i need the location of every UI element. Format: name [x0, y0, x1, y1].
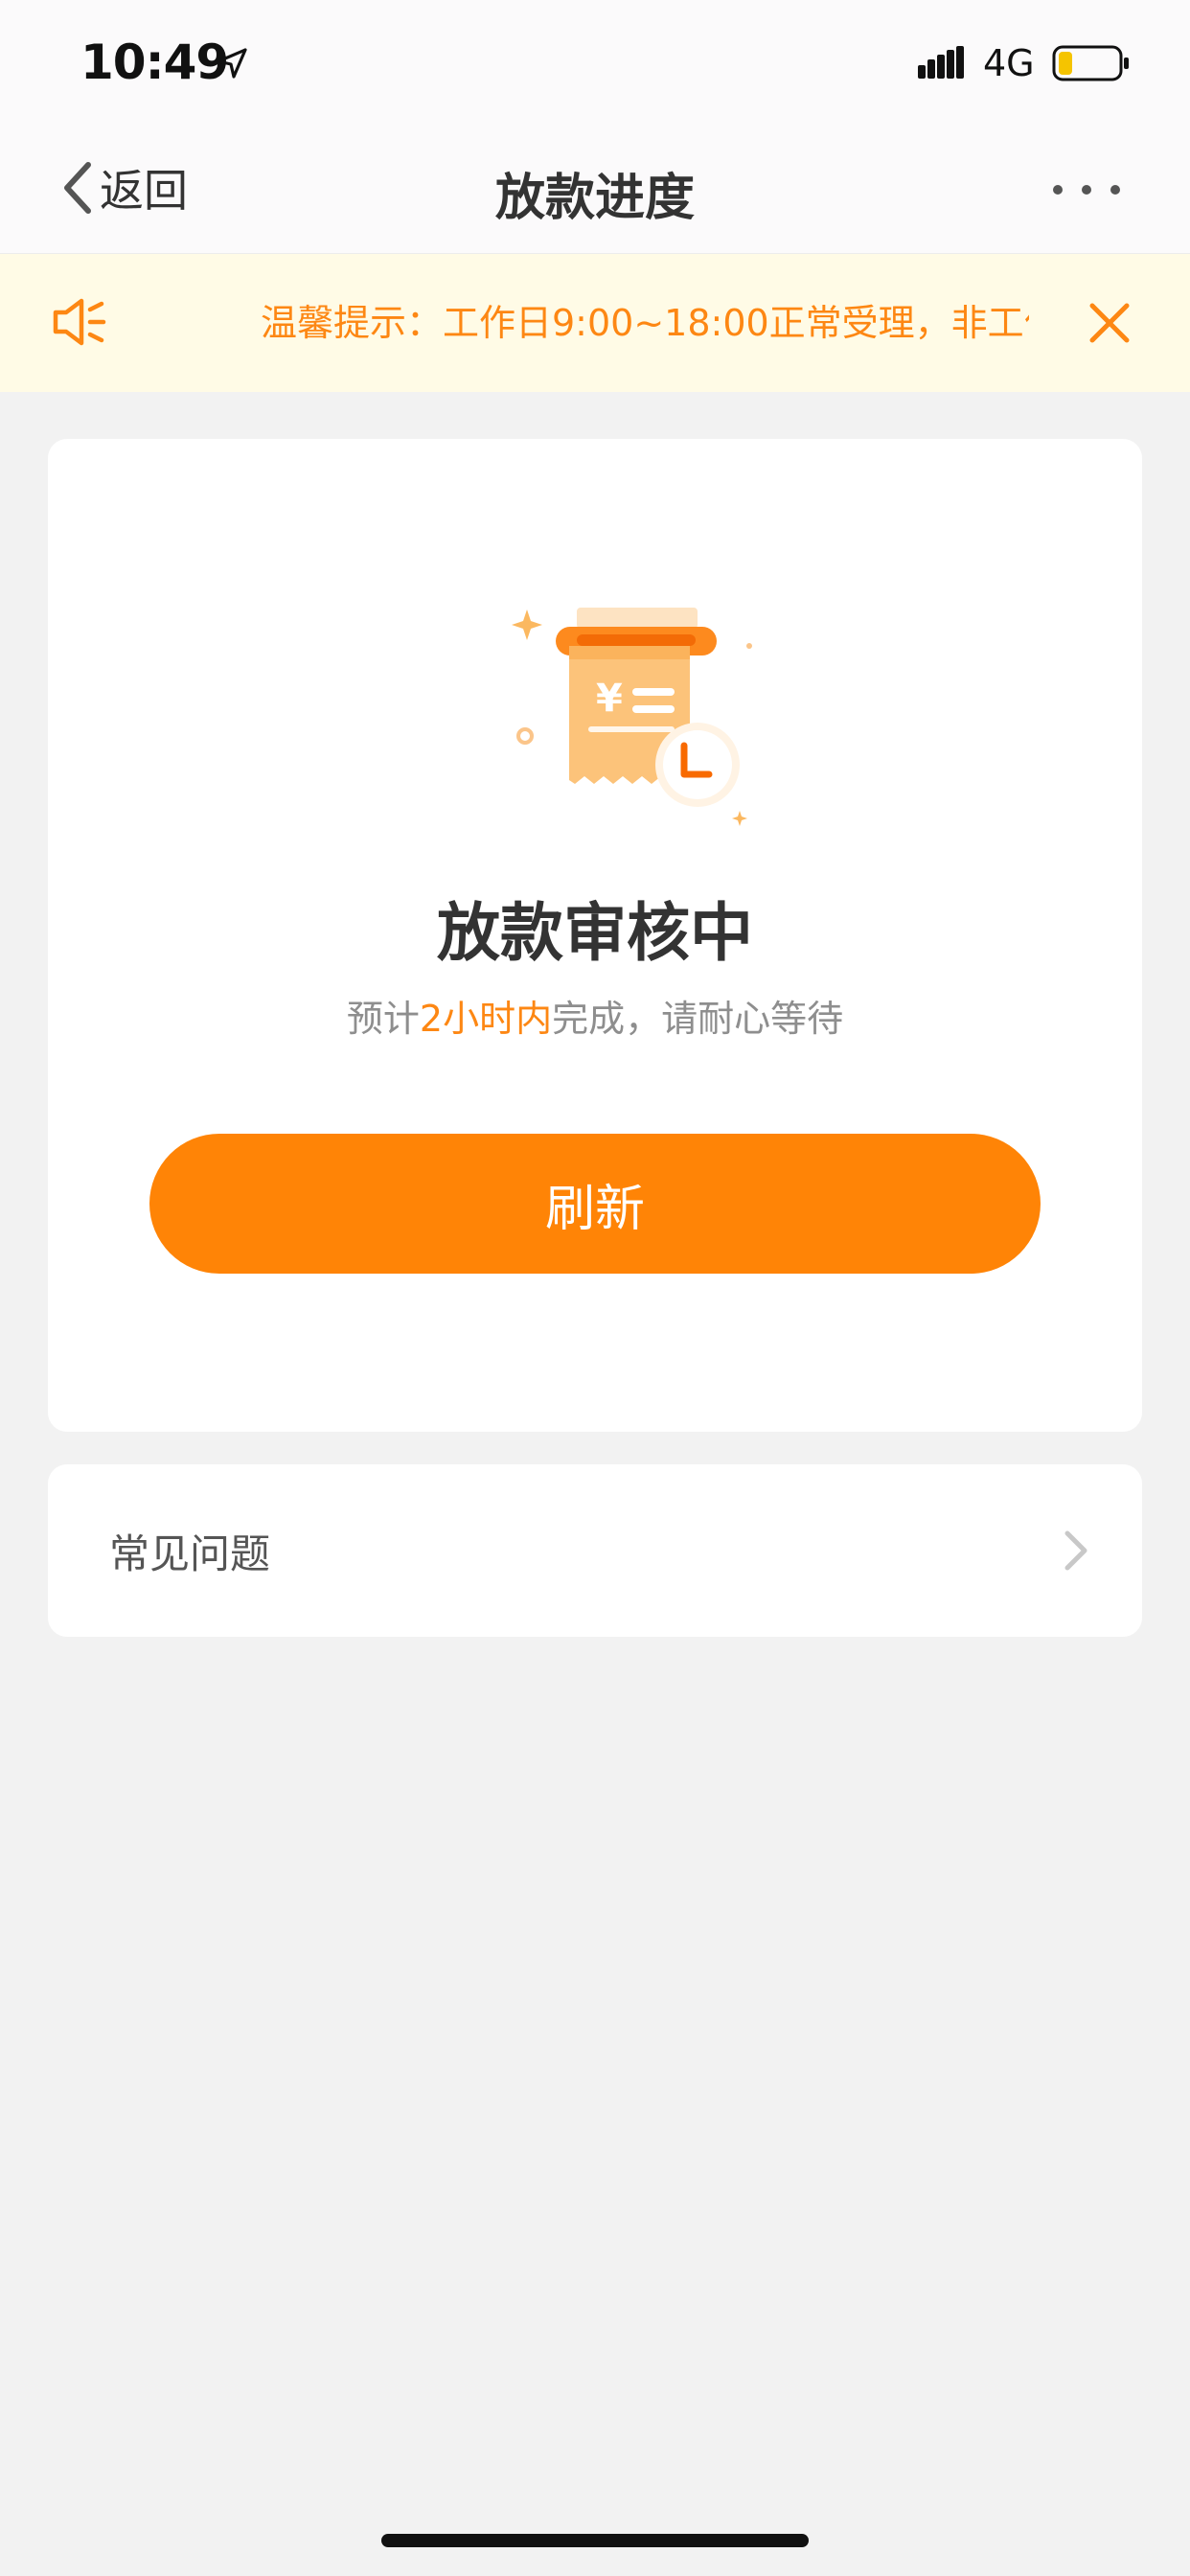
status-desc-suffix: 完成，请耐心等待	[552, 998, 844, 1040]
speaker-icon	[53, 298, 106, 346]
status-desc: 预计2小时内完成，请耐心等待	[48, 989, 1142, 1042]
faq-label: 常见问题	[109, 1530, 271, 1577]
status-time: 10:49	[80, 34, 229, 90]
page-title: 放款进度	[494, 170, 695, 227]
notice-bar: 温馨提示：工作日9:00~18:00正常受理，非工作日	[0, 254, 1190, 392]
close-icon[interactable]	[1083, 296, 1136, 350]
refresh-button[interactable]: 刷新	[149, 1134, 1041, 1274]
status-bar: 10:49 4G	[0, 0, 1190, 126]
svg-text:¥: ¥	[596, 677, 623, 721]
status-title: 放款审核中	[437, 896, 753, 970]
network-label: 4G	[983, 42, 1035, 84]
status-desc-highlight: 2小时内	[419, 998, 553, 1040]
notice-text: 温馨提示：工作日9:00~18:00正常受理，非工作日	[261, 302, 1029, 344]
chevron-right-icon	[1064, 1530, 1087, 1571]
home-indicator	[381, 2534, 809, 2547]
loan-status-card: ¥ 放款审核中 预计2小时内完成，请耐心等待 刷新	[48, 439, 1142, 1432]
more-dots-icon[interactable]	[1048, 172, 1125, 207]
nav-bar: 返回 放款进度	[0, 126, 1190, 254]
faq-row[interactable]: 常见问题	[48, 1464, 1142, 1637]
location-arrow-icon	[217, 48, 247, 79]
status-desc-prefix: 预计	[346, 998, 420, 1040]
signal-icon	[918, 46, 964, 79]
receipt-clock-icon: ¥	[512, 608, 752, 826]
notice-marquee: 温馨提示：工作日9:00~18:00正常受理，非工作日	[261, 292, 1029, 354]
battery-icon	[1052, 45, 1129, 81]
